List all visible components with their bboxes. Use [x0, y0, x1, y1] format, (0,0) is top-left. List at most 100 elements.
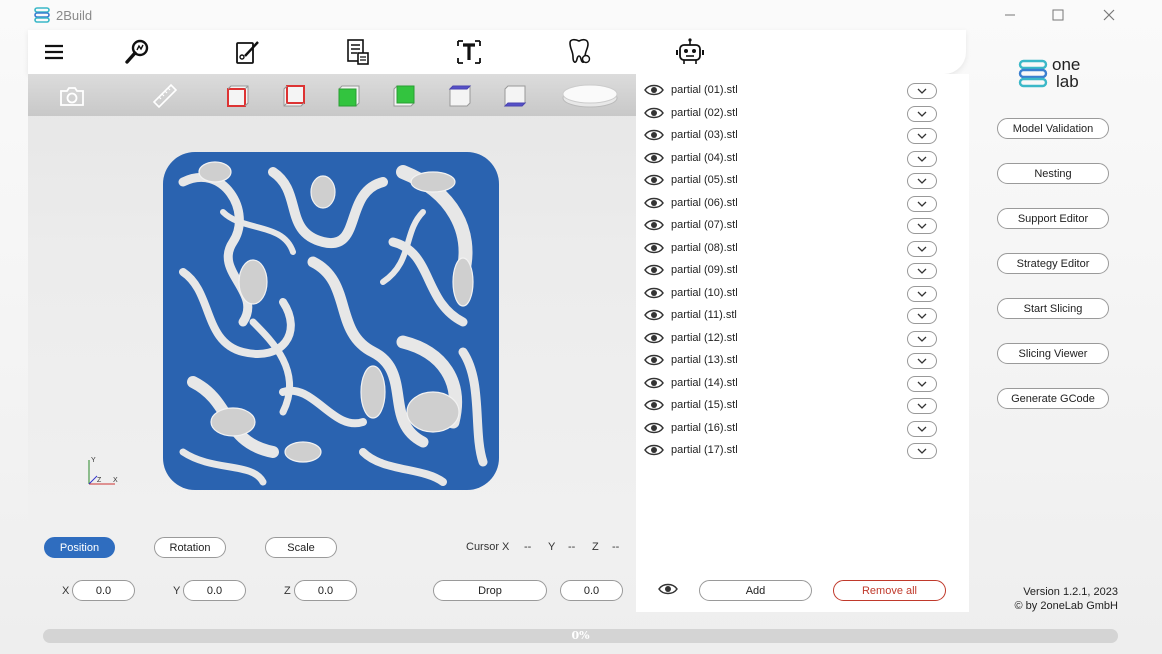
brand-logo-icon — [1018, 59, 1048, 88]
text-button[interactable] — [453, 37, 485, 67]
y-input[interactable]: 0.0 — [183, 580, 246, 601]
visibility-eye-icon[interactable] — [644, 376, 664, 390]
file-options-dropdown[interactable] — [907, 173, 937, 189]
z-input[interactable]: 0.0 — [294, 580, 357, 601]
close-button[interactable] — [1089, 4, 1129, 26]
file-name: partial (06).stl — [671, 196, 738, 209]
scale-mode-button[interactable]: Scale — [265, 537, 337, 558]
axis-gizmo: Y X Z — [88, 457, 118, 485]
strategy-editor-button[interactable]: Strategy Editor — [997, 253, 1109, 274]
file-options-dropdown[interactable] — [907, 150, 937, 167]
file-options-dropdown[interactable] — [907, 308, 937, 324]
file-options-dropdown[interactable] — [907, 83, 937, 99]
file-row[interactable]: partial (16).stl — [636, 418, 969, 440]
slicing-viewer-button[interactable]: Slicing Viewer — [997, 343, 1109, 364]
visibility-eye-icon[interactable] — [644, 398, 664, 412]
visibility-eye-icon[interactable] — [644, 241, 664, 255]
remove-all-button[interactable]: Remove all — [833, 580, 946, 601]
menu-button[interactable] — [38, 37, 70, 67]
chevron-down-icon — [917, 156, 927, 162]
visibility-eye-icon[interactable] — [644, 286, 664, 300]
visibility-eye-icon[interactable] — [644, 308, 664, 322]
file-row[interactable]: partial (11).stl — [636, 305, 969, 327]
file-row[interactable]: partial (01).stl — [636, 80, 969, 102]
view-left-button[interactable] — [445, 81, 475, 111]
screenshot-button[interactable] — [57, 81, 87, 111]
file-options-dropdown[interactable] — [907, 420, 937, 437]
file-options-dropdown[interactable] — [907, 443, 937, 459]
toggle-all-visibility-icon[interactable] — [658, 582, 678, 596]
file-row[interactable]: partial (02).stl — [636, 103, 969, 125]
visibility-eye-icon[interactable] — [644, 151, 664, 165]
view-front-button[interactable] — [223, 81, 253, 111]
maximize-button[interactable] — [1038, 4, 1078, 26]
visibility-eye-icon[interactable] — [644, 128, 664, 142]
visibility-eye-icon[interactable] — [644, 196, 664, 210]
visibility-eye-icon[interactable] — [644, 443, 664, 457]
view-right-button[interactable] — [500, 81, 530, 111]
file-row[interactable]: partial (12).stl — [636, 328, 969, 350]
build-plate[interactable] — [163, 152, 499, 490]
file-options-dropdown[interactable] — [907, 398, 937, 414]
file-row[interactable]: partial (03).stl — [636, 125, 969, 147]
generate-gcode-button[interactable]: Generate GCode — [997, 388, 1109, 409]
nesting-button[interactable]: Nesting — [997, 163, 1109, 184]
view-back-button[interactable] — [279, 81, 309, 111]
file-name: partial (09).stl — [671, 264, 738, 276]
visibility-eye-icon[interactable] — [644, 421, 664, 435]
drop-button[interactable]: Drop — [433, 580, 547, 601]
visibility-eye-icon[interactable] — [644, 353, 664, 367]
file-options-dropdown[interactable] — [907, 105, 937, 122]
start-slicing-button[interactable]: Start Slicing — [997, 298, 1109, 319]
file-row[interactable]: partial (14).stl — [636, 373, 969, 395]
x-input[interactable]: 0.0 — [72, 580, 135, 601]
model-validation-button[interactable]: Model Validation — [997, 118, 1109, 139]
minimize-button[interactable] — [990, 4, 1030, 26]
tooth-button[interactable] — [563, 37, 595, 67]
file-row[interactable]: partial (04).stl — [636, 148, 969, 170]
file-options-dropdown[interactable] — [907, 195, 937, 212]
chevron-down-icon — [917, 403, 927, 409]
visibility-eye-icon[interactable] — [644, 263, 664, 277]
file-row[interactable]: partial (07).stl — [636, 215, 969, 237]
file-options-dropdown[interactable] — [907, 128, 937, 144]
position-mode-button[interactable]: Position — [44, 537, 115, 558]
file-options-dropdown[interactable] — [907, 218, 937, 234]
visibility-eye-icon[interactable] — [644, 83, 664, 97]
file-name: partial (05).stl — [671, 174, 738, 186]
edit-model-button[interactable] — [231, 37, 263, 67]
visibility-eye-icon[interactable] — [644, 218, 664, 232]
drop-value-input[interactable]: 0.0 — [560, 580, 623, 601]
chevron-down-icon — [917, 313, 927, 319]
file-row[interactable]: partial (09).stl — [636, 260, 969, 282]
analyze-button[interactable] — [121, 37, 153, 67]
view-bottom-button[interactable] — [389, 81, 419, 111]
add-file-button[interactable]: Add — [699, 580, 812, 601]
file-row[interactable]: partial (10).stl — [636, 283, 969, 305]
file-options-dropdown[interactable] — [907, 240, 937, 257]
file-row[interactable]: partial (13).stl — [636, 350, 969, 372]
file-options-dropdown[interactable] — [907, 330, 937, 347]
rotation-mode-button[interactable]: Rotation — [154, 537, 226, 558]
platform-view-button[interactable] — [560, 81, 620, 111]
measure-button[interactable] — [150, 81, 180, 111]
file-options-dropdown[interactable] — [907, 353, 937, 369]
report-button[interactable] — [342, 37, 374, 67]
3d-viewport[interactable]: Y X Z — [28, 74, 636, 530]
file-row[interactable]: partial (15).stl — [636, 395, 969, 417]
view-top-button[interactable] — [334, 81, 364, 111]
support-editor-button[interactable]: Support Editor — [997, 208, 1109, 229]
visibility-eye-icon[interactable] — [644, 106, 664, 120]
visibility-eye-icon[interactable] — [644, 173, 664, 187]
file-row[interactable]: partial (08).stl — [636, 238, 969, 260]
visibility-eye-icon[interactable] — [644, 331, 664, 345]
file-options-dropdown[interactable] — [907, 375, 937, 392]
file-row[interactable]: partial (17).stl — [636, 440, 969, 462]
file-row[interactable]: partial (05).stl — [636, 170, 969, 192]
svg-text:X: X — [113, 477, 118, 484]
robot-button[interactable] — [674, 37, 706, 67]
robot-icon — [676, 38, 704, 64]
file-options-dropdown[interactable] — [907, 263, 937, 279]
file-row[interactable]: partial (06).stl — [636, 193, 969, 215]
file-options-dropdown[interactable] — [907, 285, 937, 302]
